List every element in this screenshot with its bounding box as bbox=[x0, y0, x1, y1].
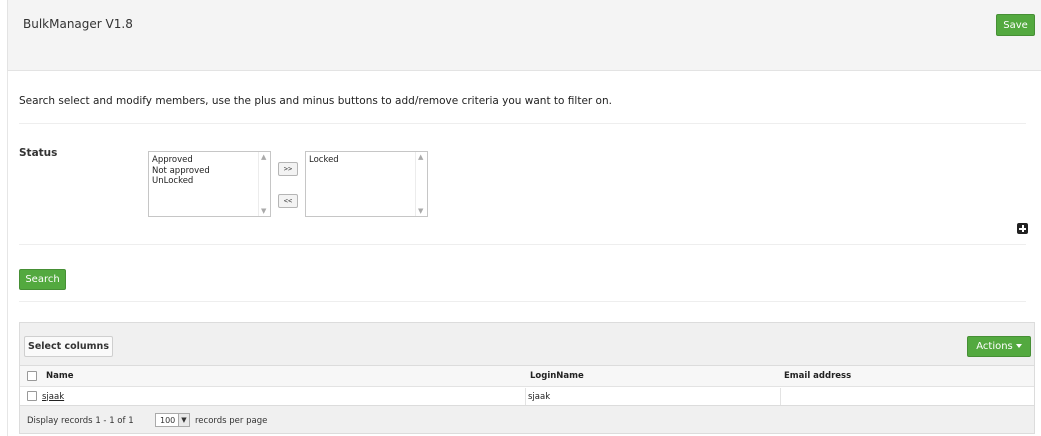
list-option[interactable]: Locked bbox=[306, 155, 427, 166]
selected-status-list[interactable]: Locked ▲ ▼ bbox=[305, 151, 428, 217]
member-name-link[interactable]: sjaak bbox=[42, 392, 64, 402]
actions-label: Actions bbox=[976, 341, 1013, 352]
row-checkbox[interactable] bbox=[27, 391, 37, 401]
member-login: sjaak bbox=[528, 391, 551, 402]
add-status-button[interactable]: >> bbox=[278, 162, 298, 176]
app-header: BulkManager V1.8 Save bbox=[7, 0, 1041, 71]
grid-footer: Display records 1 - 1 of 1 100 ▼ records… bbox=[20, 405, 1034, 433]
status-label: Status bbox=[19, 147, 58, 159]
column-header-loginname[interactable]: LoginName bbox=[530, 366, 584, 386]
select-all-checkbox[interactable] bbox=[27, 371, 37, 381]
scrollbar[interactable]: ▲ ▼ bbox=[415, 152, 427, 216]
app-title: BulkManager V1.8 bbox=[23, 17, 133, 31]
scroll-up-icon[interactable]: ▲ bbox=[261, 153, 266, 161]
divider bbox=[19, 301, 1026, 302]
table-header-row: Name LoginName Email address bbox=[20, 366, 1034, 387]
scroll-down-icon[interactable]: ▼ bbox=[261, 207, 266, 215]
column-header-name[interactable]: Name bbox=[46, 366, 73, 386]
chevron-down-icon[interactable]: ▼ bbox=[178, 414, 189, 426]
divider bbox=[19, 244, 1026, 245]
members-grid: Select columns Actions Name LoginName Em… bbox=[19, 322, 1035, 434]
per-page-select[interactable]: 100 ▼ bbox=[155, 413, 190, 427]
scroll-up-icon[interactable]: ▲ bbox=[418, 153, 423, 161]
available-status-list[interactable]: Approved Not approved UnLocked ▲ ▼ bbox=[148, 151, 271, 217]
plus-square-icon[interactable] bbox=[1017, 223, 1028, 234]
column-header-email[interactable]: Email address bbox=[784, 366, 851, 386]
actions-dropdown[interactable]: Actions bbox=[967, 336, 1031, 357]
left-border bbox=[7, 71, 8, 436]
select-columns-button[interactable]: Select columns bbox=[24, 336, 113, 357]
records-info: Display records 1 - 1 of 1 bbox=[27, 416, 134, 426]
caret-down-icon bbox=[1015, 344, 1022, 348]
per-page-label: records per page bbox=[195, 416, 268, 426]
list-option[interactable]: UnLocked bbox=[149, 176, 270, 187]
list-option[interactable]: Approved bbox=[149, 155, 270, 166]
remove-status-button[interactable]: << bbox=[278, 194, 298, 208]
list-option[interactable]: Not approved bbox=[149, 166, 270, 177]
scroll-down-icon[interactable]: ▼ bbox=[418, 207, 423, 215]
search-button[interactable]: Search bbox=[19, 269, 66, 290]
divider bbox=[19, 123, 1026, 124]
column-divider bbox=[525, 388, 526, 405]
intro-text: Search select and modify members, use th… bbox=[19, 95, 612, 107]
table-row[interactable]: sjaak sjaak bbox=[20, 388, 1034, 405]
scrollbar[interactable]: ▲ ▼ bbox=[258, 152, 270, 216]
grid-toolbar: Select columns Actions bbox=[20, 323, 1034, 366]
per-page-value: 100 bbox=[160, 416, 176, 425]
column-divider bbox=[780, 388, 781, 405]
save-button[interactable]: Save bbox=[996, 14, 1035, 36]
